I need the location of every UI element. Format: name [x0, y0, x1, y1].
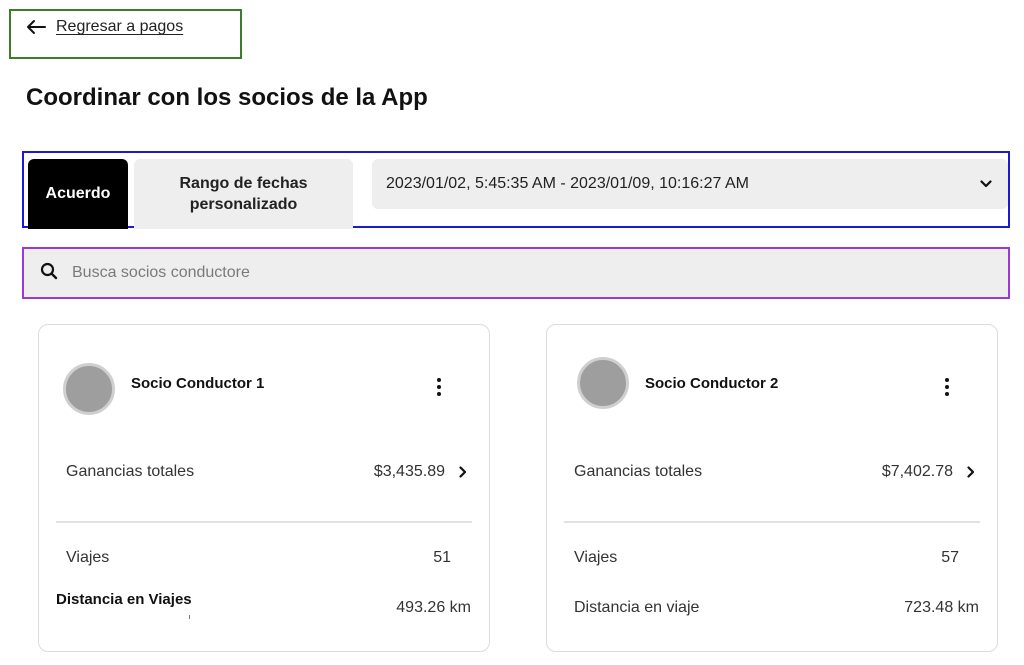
search-icon: [40, 262, 58, 285]
trips-value: 57: [941, 549, 959, 566]
avatar: [577, 357, 629, 409]
more-vertical-icon: [945, 378, 949, 396]
trips-row: Viajes 51: [66, 547, 471, 569]
more-options-button[interactable]: [939, 375, 955, 399]
total-earnings-label: Ganancias totales: [66, 463, 195, 480]
total-earnings-row[interactable]: Ganancias totales $7,402.78: [574, 461, 975, 483]
driver-card: Socio Conductor 1 Ganancias totales $3,4…: [38, 324, 490, 652]
back-to-payments-link[interactable]: Regresar a pagos: [26, 18, 183, 36]
driver-card: Socio Conductor 2 Ganancias totales $7,4…: [546, 324, 998, 652]
driver-name: Socio Conductor 1: [131, 375, 265, 392]
search-box: [22, 247, 1010, 299]
divider: [56, 521, 472, 523]
distance-value: 493.26 km: [396, 599, 471, 616]
trips-label: Viajes: [574, 549, 618, 566]
total-earnings-value: $7,402.78: [881, 463, 953, 480]
chevron-right-icon: [459, 466, 467, 478]
trips-label: Viajes: [66, 549, 110, 566]
tick-mark: [189, 615, 190, 619]
date-range-value: 2023/01/02, 5:45:35 AM - 2023/01/09, 10:…: [386, 175, 749, 192]
page-title: Coordinar con los socios de la App: [26, 84, 428, 111]
more-vertical-icon: [437, 378, 441, 396]
chevron-right-icon: [967, 466, 975, 478]
chevron-down-icon: [980, 175, 992, 193]
trips-row: Viajes 57: [574, 547, 979, 569]
arrow-left-icon: [26, 19, 46, 35]
total-earnings-label: Ganancias totales: [574, 463, 703, 480]
more-options-button[interactable]: [431, 375, 447, 399]
search-input[interactable]: [72, 264, 250, 282]
date-range-select[interactable]: 2023/01/02, 5:45:35 AM - 2023/01/09, 10:…: [372, 159, 1008, 209]
divider: [564, 521, 980, 523]
distance-row: Distancia en viaje 723.48 km: [574, 597, 979, 619]
tab-custom-date-range[interactable]: Rango de fechas personalizado: [134, 159, 353, 229]
tab-acuerdo[interactable]: Acuerdo: [28, 159, 128, 229]
distance-value: 723.48 km: [904, 599, 979, 616]
distance-label: Distancia en Viajes: [56, 591, 192, 608]
distance-label: Distancia en viaje: [574, 599, 700, 616]
back-link-label: Regresar a pagos: [56, 18, 184, 35]
total-earnings-row[interactable]: Ganancias totales $3,435.89: [66, 461, 467, 483]
total-earnings-value: $3,435.89: [373, 463, 445, 480]
avatar: [63, 363, 115, 415]
trips-value: 51: [433, 549, 451, 566]
filter-bar: Acuerdo Rango de fechas personalizado 20…: [22, 151, 1010, 229]
driver-name: Socio Conductor 2: [645, 375, 779, 392]
